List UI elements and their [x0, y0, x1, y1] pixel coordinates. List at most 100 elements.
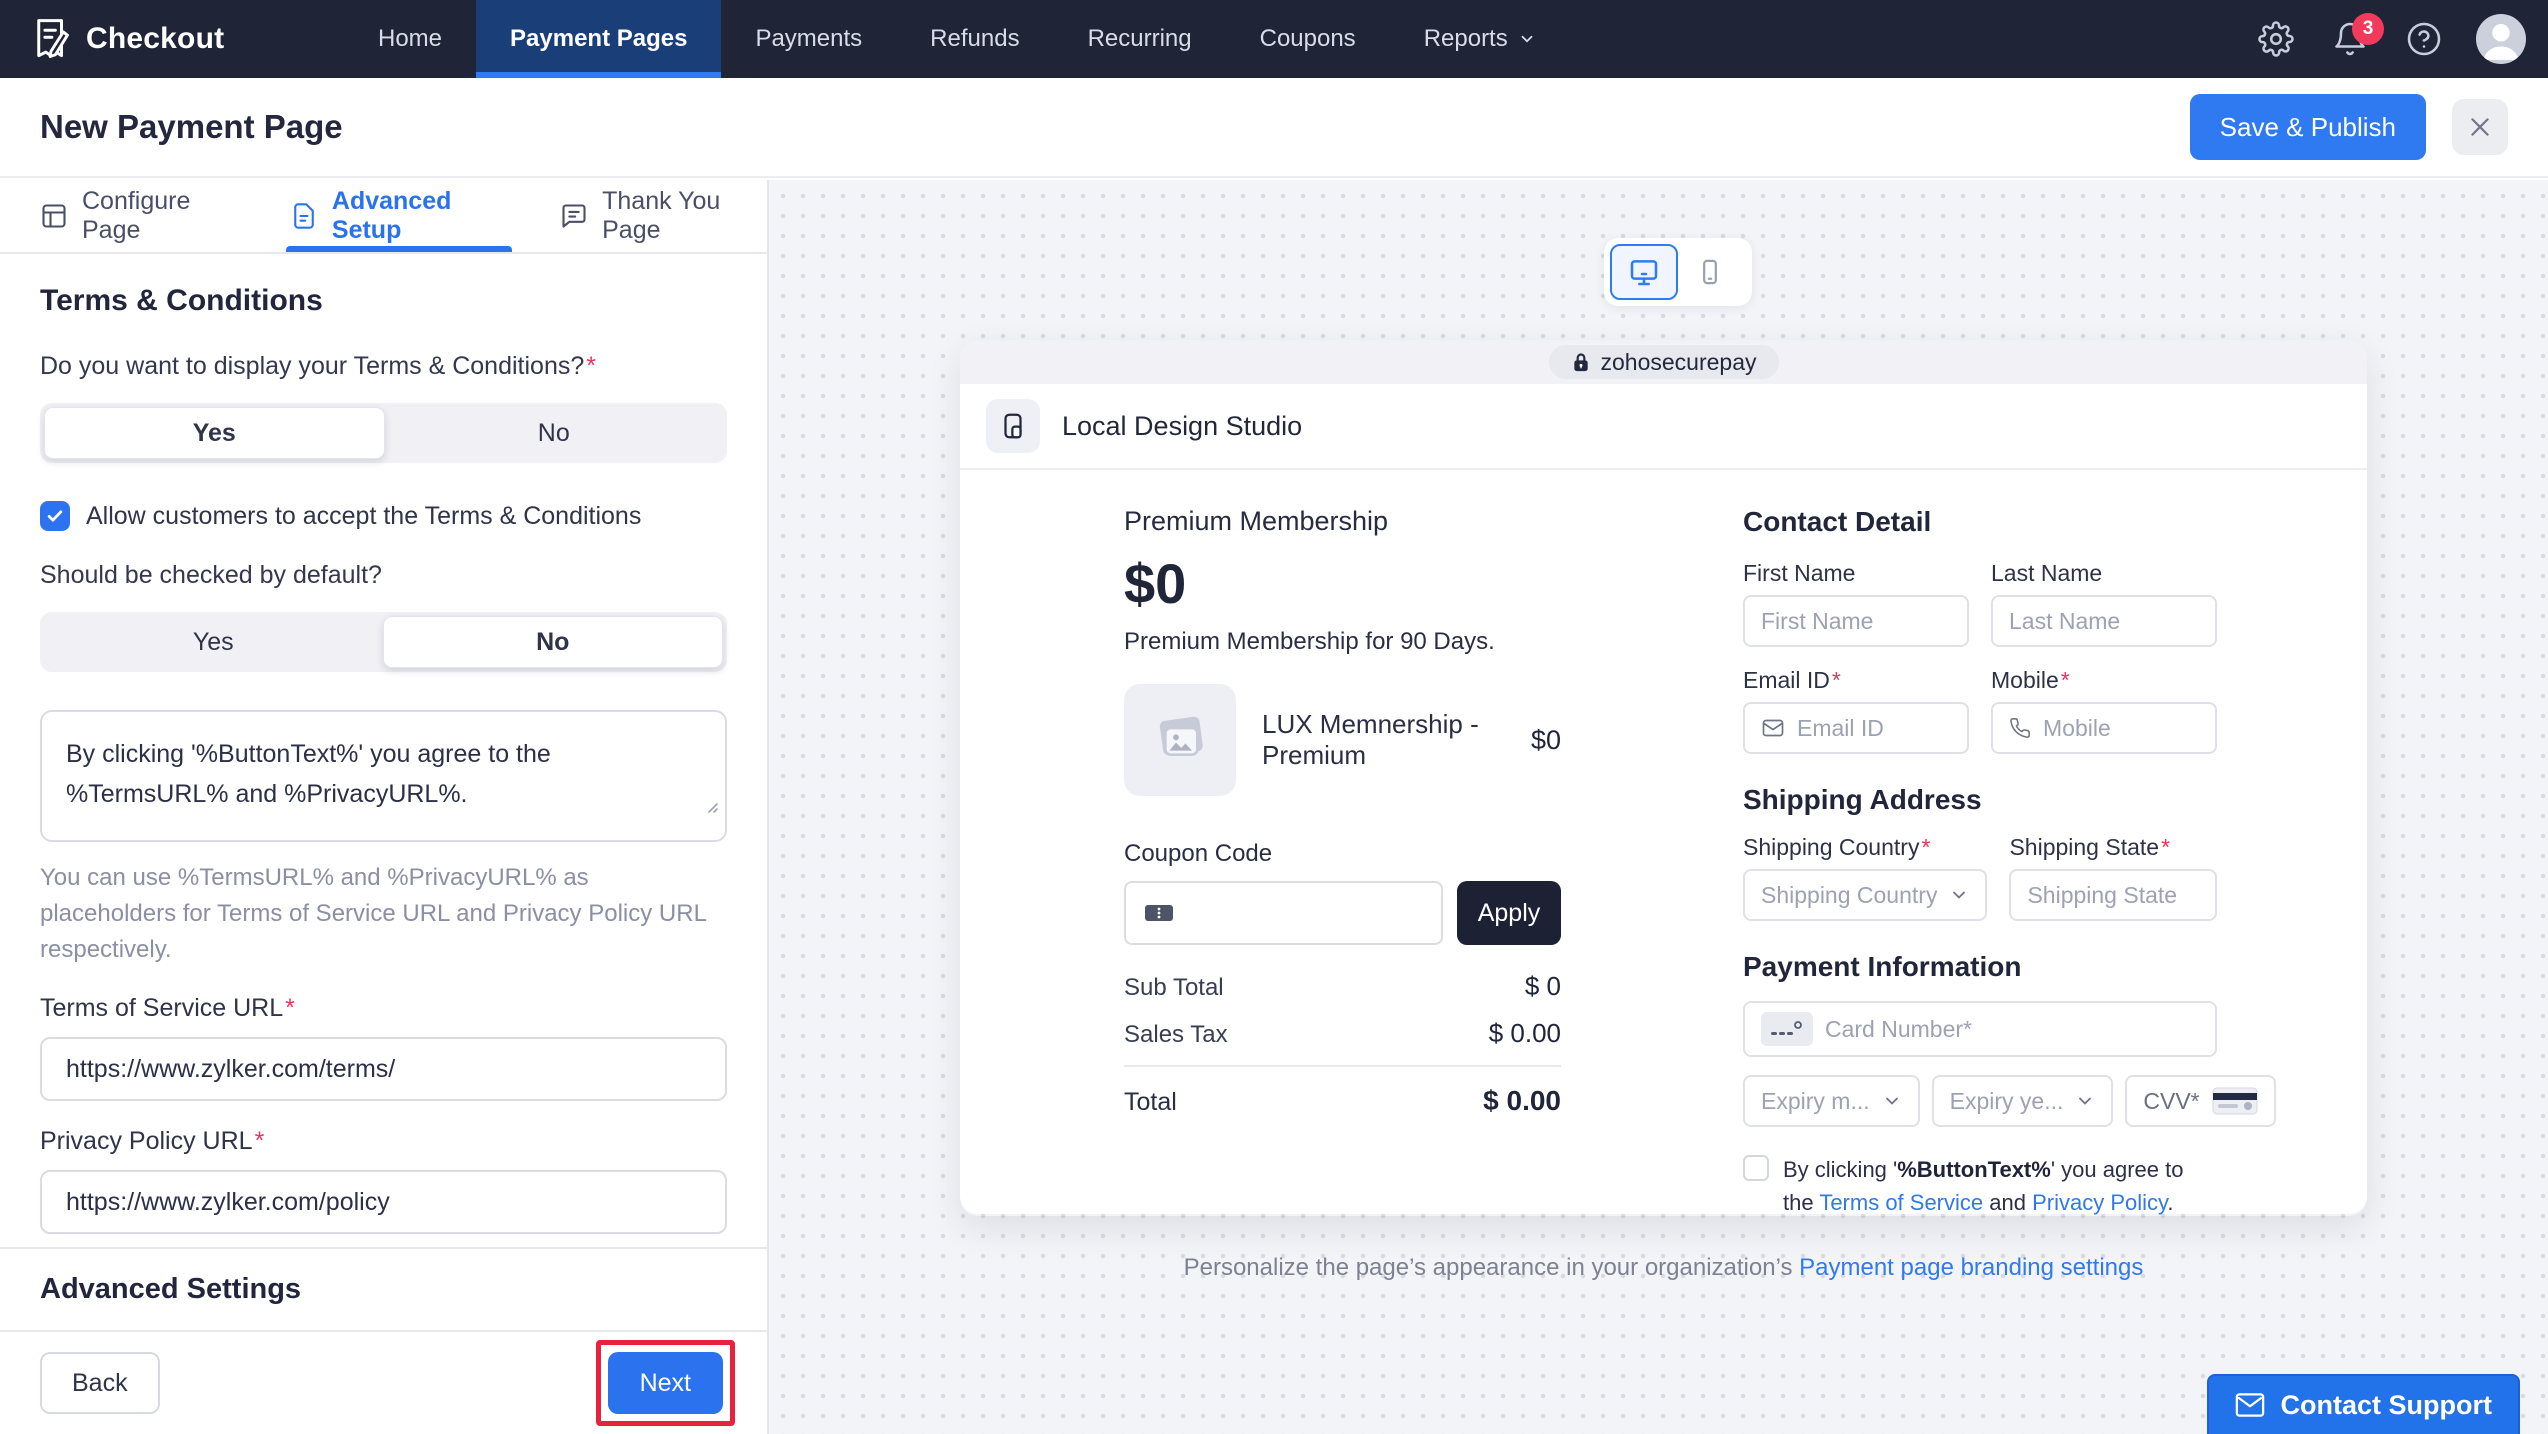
display-terms-no[interactable]: No — [385, 407, 724, 459]
privacy-url-input[interactable] — [40, 1170, 727, 1234]
notifications-bell-icon[interactable]: 3 — [2328, 17, 2372, 61]
required-asterisk: * — [255, 1127, 265, 1155]
mobile-input[interactable] — [2043, 715, 2199, 742]
first-name-input[interactable] — [1761, 608, 1951, 635]
shipping-address-title: Shipping Address — [1743, 784, 2217, 816]
nav-right-actions: 3 — [2254, 0, 2526, 78]
settings-gear-icon[interactable] — [2254, 17, 2298, 61]
button-text-placeholder: %ButtonText% — [1897, 1157, 2051, 1182]
default-checked-question: Should be checked by default? — [40, 561, 727, 590]
cvv-field[interactable]: CVV* — [2125, 1075, 2275, 1127]
terms-of-service-link[interactable]: Terms of Service — [1819, 1190, 1983, 1215]
item-image-placeholder-icon — [1124, 684, 1236, 796]
default-checked-yes[interactable]: Yes — [44, 616, 383, 668]
top-navigation: Checkout Home Payment Pages Payments Ref… — [0, 0, 2548, 78]
apply-coupon-button[interactable]: Apply — [1457, 881, 1561, 945]
chevron-down-icon — [1882, 1091, 1902, 1111]
desktop-preview-button[interactable] — [1610, 244, 1678, 300]
brand-name: Checkout — [86, 22, 224, 56]
last-name-input[interactable] — [2009, 608, 2199, 635]
save-publish-button[interactable]: Save & Publish — [2190, 94, 2426, 160]
required-asterisk: * — [1921, 834, 1930, 860]
tos-url-label: Terms of Service URL* — [40, 994, 727, 1023]
tos-url-input[interactable] — [40, 1037, 727, 1101]
contact-support-button[interactable]: Contact Support — [2207, 1374, 2520, 1434]
secure-url-bar: zohosecurepay — [960, 340, 2367, 384]
next-button[interactable]: Next — [608, 1352, 723, 1414]
card-number-field[interactable] — [1743, 1001, 2217, 1057]
merchant-name: Local Design Studio — [1062, 411, 1302, 442]
default-checked-no[interactable]: No — [383, 616, 724, 668]
notification-count-badge: 3 — [2352, 13, 2384, 45]
subtotal-label: Sub Total — [1124, 974, 1224, 1002]
terms-text-input[interactable]: By clicking '%ButtonText%' you agree to … — [40, 710, 727, 842]
section-title: Terms & Conditions — [40, 284, 727, 318]
app-window: Checkout Home Payment Pages Payments Ref… — [0, 0, 2548, 1434]
tab-thank-you-page[interactable]: Thank You Page — [560, 180, 767, 252]
document-icon — [290, 202, 318, 230]
subtotal-value: $ 0 — [1525, 971, 1561, 1002]
terms-text-wrap: By clicking '%ButtonText%' you agree to … — [40, 710, 727, 842]
nav-item-refunds[interactable]: Refunds — [896, 0, 1053, 78]
page-title: New Payment Page — [40, 108, 343, 146]
tab-configure-page[interactable]: Configure Page — [40, 180, 238, 252]
shipping-country-field: Shipping Country* Shipping Country — [1743, 834, 1987, 921]
user-avatar[interactable] — [2476, 14, 2526, 64]
expiry-year-select[interactable]: Expiry ye... — [1932, 1075, 2114, 1127]
preview-terms-row: By clicking '%ButtonText%' you agree to … — [1743, 1153, 2217, 1219]
nav-item-recurring[interactable]: Recurring — [1054, 0, 1226, 78]
phone-icon — [2009, 717, 2031, 739]
layout-icon — [40, 202, 68, 230]
plan-title: Premium Membership — [1124, 470, 1561, 537]
order-summary: Premium Membership $0 Premium Membership… — [1124, 470, 1561, 1133]
nav-item-reports[interactable]: Reports — [1390, 0, 1570, 78]
item-name: LUX Memnership - Premium — [1262, 709, 1505, 771]
merchant-header: Local Design Studio — [960, 384, 2367, 470]
coupon-row: Apply — [1124, 881, 1561, 945]
checkbox-checked-icon[interactable] — [40, 501, 70, 531]
shipping-state-input[interactable] — [2027, 882, 2199, 909]
allow-accept-checkbox-row[interactable]: Allow customers to accept the Terms & Co… — [40, 501, 727, 531]
shipping-state-field: Shipping State* — [2009, 834, 2217, 921]
terms-settings-form: Terms & Conditions Do you want to displa… — [0, 254, 767, 1247]
nav-item-payments[interactable]: Payments — [721, 0, 896, 78]
tax-label: Sales Tax — [1124, 1021, 1228, 1049]
help-icon[interactable] — [2402, 17, 2446, 61]
content-area: Configure Page Advanced Setup Thank You … — [0, 180, 2548, 1434]
expiry-month-select[interactable]: Expiry m... — [1743, 1075, 1920, 1127]
privacy-policy-link[interactable]: Privacy Policy — [2032, 1190, 2167, 1215]
item-price: $0 — [1531, 725, 1561, 756]
device-preview-toggle — [1604, 238, 1752, 306]
tab-advanced-setup[interactable]: Advanced Setup — [290, 180, 508, 252]
email-input[interactable] — [1797, 715, 1951, 742]
back-button[interactable]: Back — [40, 1352, 160, 1414]
shipping-country-select[interactable]: Shipping Country — [1743, 869, 1987, 921]
first-name-field: First Name — [1743, 560, 1969, 647]
mobile-field: Mobile* — [1991, 667, 2217, 754]
branding-settings-link[interactable]: Payment page branding settings — [1799, 1254, 2143, 1281]
preview-body: Premium Membership $0 Premium Membership… — [960, 470, 2367, 1214]
required-asterisk: * — [2061, 667, 2070, 693]
nav-item-payment-pages[interactable]: Payment Pages — [476, 0, 721, 78]
payment-page-preview: zohosecurepay Local Design Studio Premiu… — [769, 180, 2548, 1434]
close-button[interactable] — [2452, 99, 2508, 155]
nav-item-home[interactable]: Home — [344, 0, 476, 78]
display-terms-yes[interactable]: Yes — [44, 407, 385, 459]
terms-checkbox[interactable] — [1743, 1155, 1769, 1181]
nav-item-coupons[interactable]: Coupons — [1226, 0, 1390, 78]
nav-menu: Home Payment Pages Payments Refunds Recu… — [344, 0, 1570, 78]
card-number-input[interactable] — [1825, 1016, 2199, 1043]
required-asterisk: * — [285, 994, 295, 1022]
close-icon — [2467, 114, 2493, 140]
settings-panel: Configure Page Advanced Setup Thank You … — [0, 180, 769, 1434]
mobile-label: Mobile* — [1991, 667, 2217, 694]
checkout-form: Contact Detail First Name Last Name — [1743, 470, 2217, 1219]
advanced-settings-section[interactable]: Advanced Settings — [0, 1247, 767, 1330]
allow-accept-label: Allow customers to accept the Terms & Co… — [86, 502, 641, 531]
mobile-preview-button[interactable] — [1686, 244, 1734, 300]
chevron-down-icon — [1949, 885, 1969, 905]
display-terms-toggle: Yes No — [40, 403, 727, 463]
preview-card: zohosecurepay Local Design Studio Premiu… — [960, 340, 2367, 1216]
advanced-settings-title: Advanced Settings — [40, 1273, 727, 1306]
coupon-input[interactable] — [1124, 881, 1443, 945]
